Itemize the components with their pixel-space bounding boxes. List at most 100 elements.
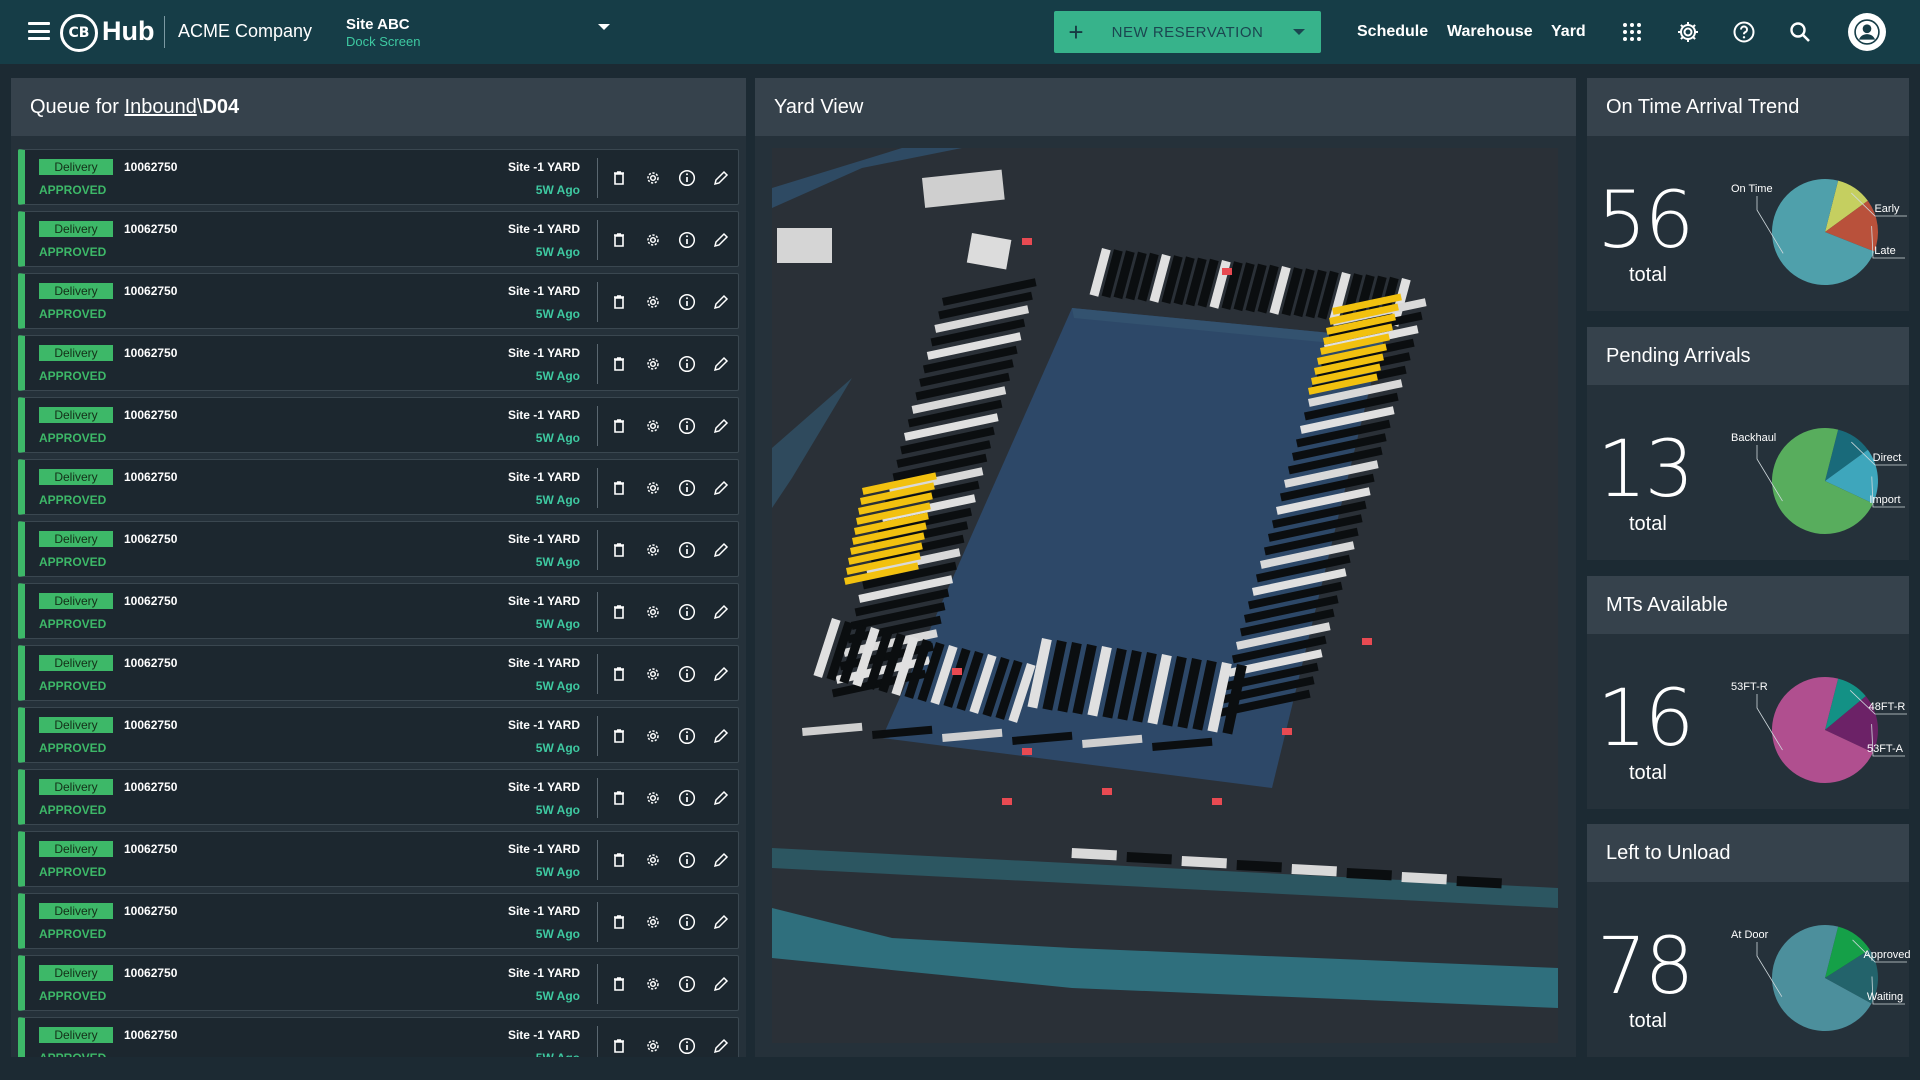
new-reservation-button[interactable]: + NEW RESERVATION [1054,11,1321,53]
site-selector[interactable]: Site ABC Dock Screen [346,16,420,49]
queue-row[interactable]: Delivery APPROVED 10062750 Site -1 YARD … [18,645,739,701]
new-reservation-label[interactable]: NEW RESERVATION [1098,24,1277,41]
yard-marker[interactable] [1022,748,1032,755]
queue-row[interactable]: Delivery APPROVED 10062750 Site -1 YARD … [18,521,739,577]
info-icon[interactable] [678,975,696,993]
trash-icon[interactable] [610,603,628,621]
menu-icon[interactable] [28,22,50,40]
trash-icon[interactable] [610,789,628,807]
trash-icon[interactable] [610,169,628,187]
trash-icon[interactable] [610,913,628,931]
yard-marker[interactable] [1002,798,1012,805]
info-icon[interactable] [678,603,696,621]
queue-row[interactable]: Delivery APPROVED 10062750 Site -1 YARD … [18,583,739,639]
queue-inbound-link[interactable]: Inbound [125,96,197,119]
trash-icon[interactable] [610,851,628,869]
trash-icon[interactable] [610,665,628,683]
trash-icon[interactable] [610,293,628,311]
stat-card[interactable]: Left to Unload 78 total At Door Approved W… [1587,824,1911,1057]
chevron-down-icon[interactable] [1277,29,1321,35]
gear-icon[interactable] [644,789,662,807]
queue-row[interactable]: Delivery APPROVED 10062750 Site -1 YARD … [18,831,739,887]
yard-marker[interactable] [952,668,962,675]
nav-yard[interactable]: Yard [1551,23,1586,41]
grid-icon[interactable] [1620,20,1644,44]
gear-icon[interactable] [644,603,662,621]
edit-icon[interactable] [712,789,730,807]
stat-card[interactable]: On Time Arrival Trend 56 total On Time Ea… [1587,78,1909,311]
yard-marker[interactable] [1022,238,1032,245]
info-icon[interactable] [678,727,696,745]
gear-icon[interactable] [644,355,662,373]
queue-row[interactable]: Delivery APPROVED 10062750 Site -1 YARD … [18,955,739,1011]
edit-icon[interactable] [712,913,730,931]
queue-row[interactable]: Delivery APPROVED 10062750 Site -1 YARD … [18,273,739,329]
info-icon[interactable] [678,789,696,807]
yard-marker[interactable] [1282,728,1292,735]
edit-icon[interactable] [712,727,730,745]
stat-pie-chart[interactable]: Backhaul Direct Import [1727,411,1917,541]
queue-row[interactable]: Delivery APPROVED 10062750 Site -1 YARD … [18,335,739,391]
gear-icon[interactable] [644,1037,662,1055]
yard-marker[interactable] [1222,268,1232,275]
edit-icon[interactable] [712,169,730,187]
gear-icon[interactable] [644,665,662,683]
info-icon[interactable] [678,169,696,187]
edit-icon[interactable] [712,975,730,993]
trash-icon[interactable] [610,231,628,249]
gear-icon[interactable] [644,231,662,249]
edit-icon[interactable] [712,603,730,621]
info-icon[interactable] [678,851,696,869]
info-icon[interactable] [678,293,696,311]
gear-icon[interactable] [644,479,662,497]
gear-icon[interactable] [644,417,662,435]
trash-icon[interactable] [610,479,628,497]
trash-icon[interactable] [610,727,628,745]
edit-icon[interactable] [712,417,730,435]
yard-map[interactable] [772,148,1558,1043]
info-icon[interactable] [678,231,696,249]
trash-icon[interactable] [610,417,628,435]
edit-icon[interactable] [712,665,730,683]
queue-row[interactable]: Delivery APPROVED 10062750 Site -1 YARD … [18,893,739,949]
trash-icon[interactable] [610,1037,628,1055]
queue-row[interactable]: Delivery APPROVED 10062750 Site -1 YARD … [18,397,739,453]
nav-schedule[interactable]: Schedule [1357,23,1428,41]
plus-icon[interactable]: + [1054,11,1098,53]
gear-icon[interactable] [644,975,662,993]
edit-icon[interactable] [712,851,730,869]
gear-icon[interactable] [644,169,662,187]
edit-icon[interactable] [712,1037,730,1055]
gear-icon[interactable] [644,851,662,869]
info-icon[interactable] [678,479,696,497]
trash-icon[interactable] [610,355,628,373]
edit-icon[interactable] [712,231,730,249]
yard-marker[interactable] [1102,788,1112,795]
info-icon[interactable] [678,355,696,373]
hub-logo-icon[interactable]: CB [60,14,98,52]
queue-row[interactable]: Delivery APPROVED 10062750 Site -1 YARD … [18,769,739,825]
queue-row[interactable]: Delivery APPROVED 10062750 Site -1 YARD … [18,459,739,515]
yard-map-canvas[interactable] [772,148,1558,1043]
queue-row[interactable]: Delivery APPROVED 10062750 Site -1 YARD … [18,1017,739,1057]
info-icon[interactable] [678,1037,696,1055]
yard-marker[interactable] [1362,638,1372,645]
gear-icon[interactable] [644,727,662,745]
gear-icon[interactable] [644,913,662,931]
edit-icon[interactable] [712,479,730,497]
stat-pie-chart[interactable]: On Time Early Late [1727,162,1917,292]
queue-row[interactable]: Delivery APPROVED 10062750 Site -1 YARD … [18,149,739,205]
brand-name[interactable]: Hub [102,16,154,47]
chevron-down-icon[interactable] [598,24,610,30]
info-icon[interactable] [678,417,696,435]
queue-row[interactable]: Delivery APPROVED 10062750 Site -1 YARD … [18,211,739,267]
nav-warehouse[interactable]: Warehouse [1447,23,1533,41]
stat-pie-chart[interactable]: At Door Approved Waiting [1727,908,1917,1038]
yard-building[interactable] [777,228,832,263]
edit-icon[interactable] [712,355,730,373]
stat-pie-chart[interactable]: 53FT-R 48FT-R 53FT-A [1727,660,1917,790]
site-subtitle[interactable]: Dock Screen [346,34,420,49]
stat-card[interactable]: Pending Arrivals 13 total Backhaul Direct… [1587,327,1909,560]
gear-icon[interactable] [644,293,662,311]
site-name[interactable]: Site ABC [346,16,420,33]
